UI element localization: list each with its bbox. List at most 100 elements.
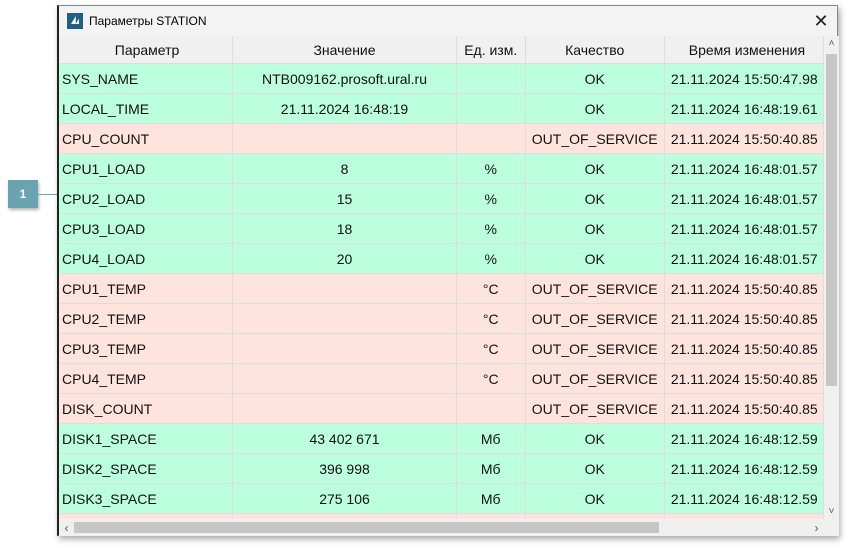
close-icon[interactable]: ✕ <box>811 11 831 31</box>
cell-quality: OK <box>526 64 665 93</box>
cell-time: 21.11.2024 16:48:12.59 <box>665 424 824 453</box>
cell-time: 21.11.2024 15:50:40.85 <box>665 334 824 363</box>
cell-unit <box>457 94 526 123</box>
cell-quality: OK <box>526 154 665 183</box>
cell-time: 21.11.2024 16:48:19.61 <box>665 94 824 123</box>
cell-parameter: CPU2_LOAD <box>59 184 234 213</box>
cell-parameter: SYS_NAME <box>59 64 234 93</box>
cell-parameter: CPU1_TEMP <box>59 274 234 303</box>
table-row[interactable]: CPU2_LOAD 15% OK 21.11.2024 16:48:01.57 <box>59 184 824 214</box>
cell-value: 18 <box>233 214 457 243</box>
table-row[interactable]: DISK2_SPACE 396 998 Мб OK 21.11.2024 16:48:1… <box>59 454 824 484</box>
parameters-window: Параметры STATION ✕ Параметр Значение Ед… <box>57 5 839 536</box>
cell-quality: OUT_OF_SERVICE <box>526 364 665 393</box>
horizontal-scrollbar[interactable]: ‹ › <box>59 519 824 536</box>
column-header-quality[interactable]: Качество <box>526 36 665 63</box>
column-header-time[interactable]: Время изменения <box>665 36 824 63</box>
table-row[interactable]: DISK_COUNT OUT_OF_SERVICE 21.11.2024 15:50… <box>59 394 824 424</box>
cell-parameter: DISK3_SPACE <box>59 484 234 513</box>
cell-quality: OK <box>526 244 665 273</box>
title-bar: Параметры STATION ✕ <box>59 6 837 36</box>
cell-unit: % <box>457 214 526 243</box>
cell-quality: OK <box>526 214 665 243</box>
table-row[interactable]: LOCAL_TIME 21.11.2024 16:48:19 OK 21.11.202… <box>59 94 824 124</box>
cell-unit <box>457 64 526 93</box>
table-row[interactable]: SYS_NAME NTB009162.prosoft.ural.ru OK 21.11… <box>59 64 824 94</box>
cell-unit: % <box>457 184 526 213</box>
table-row[interactable]: CPU2_TEMP °C OUT_OF_SERVICE 21.11.2024 15:5… <box>59 304 824 334</box>
cell-time: 21.11.2024 16:48:12.59 <box>665 454 824 483</box>
cell-parameter: CPU_COUNT <box>59 124 234 153</box>
table-row[interactable]: CPU3_TEMP °C OUT_OF_SERVICE 21.11.2024 15:5… <box>59 334 824 364</box>
cell-quality: OUT_OF_SERVICE <box>526 274 665 303</box>
cell-quality: OK <box>526 454 665 483</box>
cell-value: 20 <box>233 244 457 273</box>
cell-value: 8 <box>233 154 457 183</box>
cell-time: 21.11.2024 16:48:01.57 <box>665 184 824 213</box>
cell-value: 275 106 <box>233 484 457 513</box>
table-header: Параметр Значение Ед. изм. Качество Врем… <box>59 36 824 64</box>
cell-parameter: DISK1_SPACE <box>59 424 234 453</box>
scroll-right-icon[interactable]: › <box>809 521 824 535</box>
cell-value: 43 402 671 <box>233 424 457 453</box>
table-row[interactable]: CPU_COUNT OUT_OF_SERVICE 21.11.2024 15:50:… <box>59 124 824 154</box>
cell-time: 21.11.2024 15:50:40.85 <box>665 394 824 423</box>
app-logo-icon <box>67 13 83 29</box>
table-row[interactable]: CPU4_LOAD 20% OK 21.11.2024 16:48:01.57 <box>59 244 824 274</box>
cell-value <box>233 124 457 153</box>
cell-unit: °C <box>457 274 526 303</box>
cell-parameter: CPU4_TEMP <box>59 364 234 393</box>
cell-time: 21.11.2024 15:50:40.85 <box>665 124 824 153</box>
cell-unit <box>457 394 526 423</box>
cell-unit: % <box>457 244 526 273</box>
cell-unit: Мб <box>457 424 526 453</box>
cell-value <box>233 364 457 393</box>
table-row[interactable]: DISK3_SPACE 275 106 Мб OK 21.11.2024 16:48:1… <box>59 484 824 514</box>
cell-value: 396 998 <box>233 454 457 483</box>
column-header-value[interactable]: Значение <box>233 36 457 63</box>
vertical-scroll-thumb[interactable] <box>826 54 837 386</box>
table-row[interactable]: CPU4_TEMP °C OUT_OF_SERVICE 21.11.2024 15:5… <box>59 364 824 394</box>
cell-quality: OK <box>526 424 665 453</box>
cell-parameter: DISK_COUNT <box>59 394 234 423</box>
cell-unit: °C <box>457 364 526 393</box>
scroll-up-icon[interactable]: ˄ <box>824 38 839 49</box>
cell-unit: °C <box>457 334 526 363</box>
cell-value <box>233 304 457 333</box>
scrollbar-corner <box>824 519 839 536</box>
column-header-unit[interactable]: Ед. изм. <box>457 36 526 63</box>
cell-value <box>233 274 457 303</box>
cell-parameter: CPU3_TEMP <box>59 334 234 363</box>
cell-time: 21.11.2024 16:48:01.57 <box>665 214 824 243</box>
cell-value: 15 <box>233 184 457 213</box>
cell-unit: Мб <box>457 484 526 513</box>
table-row[interactable]: CPU3_LOAD 18% OK 21.11.2024 16:48:01.57 <box>59 214 824 244</box>
callout-marker: 1 <box>8 180 38 208</box>
cell-quality: OUT_OF_SERVICE <box>526 124 665 153</box>
horizontal-scroll-thumb[interactable] <box>74 522 659 533</box>
cell-parameter: CPU4_LOAD <box>59 244 234 273</box>
cell-time: 21.11.2024 16:48:12.59 <box>665 484 824 513</box>
table-row[interactable]: CPU1_LOAD 8% OK 21.11.2024 16:48:01.57 <box>59 154 824 184</box>
cell-time: 21.11.2024 15:50:40.85 <box>665 304 824 333</box>
cell-time: 21.11.2024 15:50:40.85 <box>665 364 824 393</box>
cell-value: NTB009162.prosoft.ural.ru <box>233 64 457 93</box>
scroll-left-icon[interactable]: ‹ <box>59 521 74 535</box>
vertical-scrollbar[interactable]: ˄ ˅ <box>824 36 839 519</box>
cell-value: 21.11.2024 16:48:19 <box>233 94 457 123</box>
cell-quality: OUT_OF_SERVICE <box>526 394 665 423</box>
column-header-parameter[interactable]: Параметр <box>59 36 234 63</box>
cell-parameter: CPU2_TEMP <box>59 304 234 333</box>
cell-value <box>233 334 457 363</box>
cell-quality: OUT_OF_SERVICE <box>526 334 665 363</box>
cell-quality: OK <box>526 484 665 513</box>
cell-parameter: CPU3_LOAD <box>59 214 234 243</box>
cell-quality: OK <box>526 184 665 213</box>
cell-unit <box>457 124 526 153</box>
cell-parameter: CPU1_LOAD <box>59 154 234 183</box>
table-row[interactable]: CPU1_TEMP °C OUT_OF_SERVICE 21.11.2024 15:5… <box>59 274 824 304</box>
scroll-down-icon[interactable]: ˅ <box>824 506 839 517</box>
table-row[interactable]: DISK1_SPACE 43 402 671 Мб OK 21.11.2024 16:4… <box>59 424 824 454</box>
parameters-table: Параметр Значение Ед. изм. Качество Врем… <box>59 36 824 519</box>
cell-time: 21.11.2024 15:50:47.98 <box>665 64 824 93</box>
